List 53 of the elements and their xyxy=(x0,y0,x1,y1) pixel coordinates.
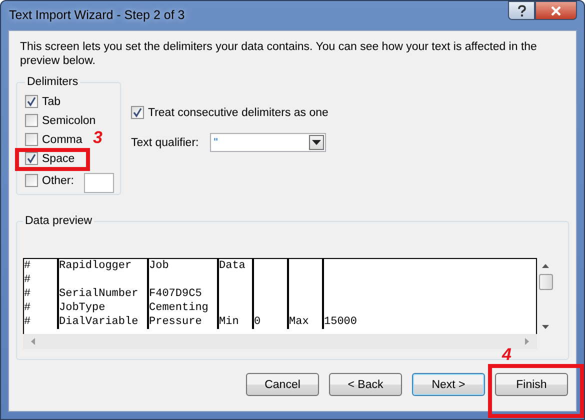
checkbox-label[interactable]: Space xyxy=(42,152,75,164)
table-cell: Max xyxy=(289,316,309,328)
table-cell: Rapidlogger xyxy=(59,260,132,272)
table-cell: 15000 xyxy=(324,316,358,328)
horizontal-scrollbar[interactable] xyxy=(23,334,537,349)
table-cell: Data xyxy=(219,260,246,272)
checkbox-label[interactable]: Semicolon xyxy=(42,114,96,126)
table-cell: # xyxy=(24,316,31,328)
table-cell: Pressure xyxy=(149,316,202,328)
group-title: Delimiters xyxy=(26,76,80,88)
table-cell: # xyxy=(24,288,31,300)
group-title: Data preview xyxy=(24,215,94,227)
checkbox[interactable] xyxy=(130,106,144,119)
close-icon xyxy=(550,6,562,16)
table-cell: JobType xyxy=(59,302,106,314)
checkbox-label[interactable]: Other: xyxy=(42,174,74,186)
checkbox-label[interactable]: Comma xyxy=(42,134,82,146)
window-title: Text Import Wizard - Step 2 of 3 xyxy=(8,7,185,22)
table-cell: 0 xyxy=(254,316,261,328)
table-cell: DialVariable xyxy=(59,316,138,328)
dialog-button[interactable]: < Back xyxy=(329,373,402,396)
scroll-left-icon[interactable] xyxy=(31,338,35,345)
scroll-up-icon[interactable] xyxy=(542,264,549,268)
scroll-right-icon[interactable] xyxy=(525,338,529,345)
help-button[interactable] xyxy=(508,1,535,20)
step-number: 4 xyxy=(502,346,512,363)
description-text: This screen lets you set the delimiters your data contains. You can see how your text is affected in the preview below. xyxy=(20,40,538,68)
table-cell: Job xyxy=(149,260,169,272)
checkbox[interactable] xyxy=(25,114,38,127)
checkbox[interactable] xyxy=(25,133,38,146)
checkbox-label[interactable]: Treat consecutive delimiters as one xyxy=(148,106,328,118)
dialog-button[interactable]: Next > xyxy=(412,373,485,396)
dialog-button[interactable]: Finish xyxy=(495,373,568,396)
table-cell: Min xyxy=(219,316,239,328)
table-cell: SerialNumber xyxy=(59,288,138,300)
table-cell: F407D9C5 xyxy=(149,288,202,300)
scroll-down-icon[interactable] xyxy=(542,325,549,329)
checkbox[interactable] xyxy=(25,174,38,187)
table-cell: Cementing xyxy=(149,302,208,314)
checkbox[interactable] xyxy=(25,95,38,108)
step-number: 3 xyxy=(93,129,102,146)
text-qualifier-dropdown[interactable]: " xyxy=(210,133,326,152)
dialog-button[interactable]: Cancel xyxy=(246,373,319,396)
table-cell: # xyxy=(24,274,31,286)
field-label: Text qualifier: xyxy=(130,136,199,148)
table-cell: # xyxy=(24,260,31,272)
checkbox[interactable] xyxy=(25,152,38,165)
scroll-thumb[interactable] xyxy=(538,274,552,290)
help-icon xyxy=(516,4,526,16)
close-button[interactable] xyxy=(535,1,577,20)
checkbox-label[interactable]: Tab xyxy=(42,96,61,108)
table-cell: # xyxy=(24,302,31,314)
other-input-field[interactable] xyxy=(84,172,114,192)
